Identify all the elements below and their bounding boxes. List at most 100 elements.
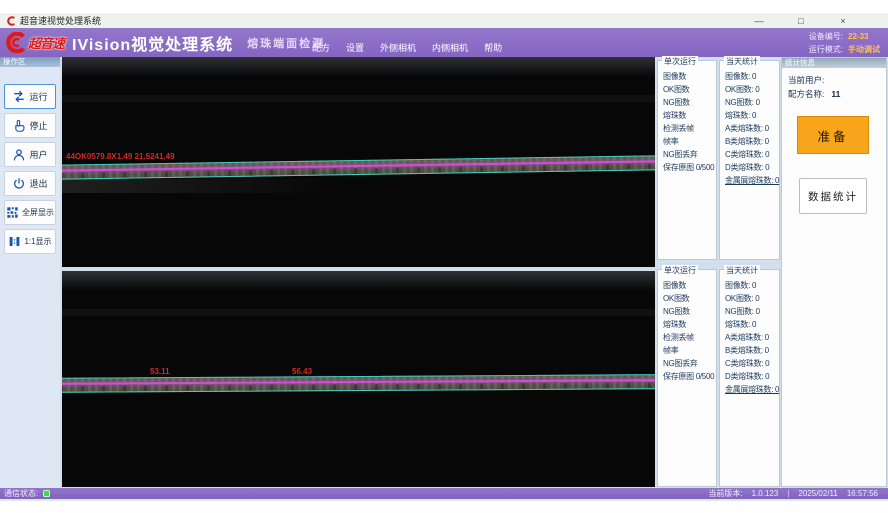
power-icon [12,177,26,191]
run-mode-label: 运行模式: [793,43,843,56]
stats-row: 图像数: 0 [725,279,779,292]
page-title: IVision视觉处理系统 [72,31,233,55]
stats-row: 图像数: 0 [725,70,779,83]
single-run-panel-top: 单次运行 图像数OK图数NG图数熔珠数检测丢帧帧率NG图丢弃保存原图 0/500 [657,60,717,260]
hand-stop-icon [12,119,26,133]
menu-item[interactable]: 设置 [346,41,364,54]
panel-title: 当天统计 [724,56,760,67]
window-title: 超音速视觉处理系统 [20,14,101,27]
stats-row: NG图丢弃 [663,357,716,370]
one-to-one-button[interactable]: 1:1显示 [4,229,56,254]
panel-title: 当天统计 [724,265,760,276]
menu-item[interactable]: 内侧相机 [432,41,468,54]
outer-camera-view: 44OK0579.8X1.49 21.5241.49 [62,57,655,267]
stats-row: 图像数 [663,70,716,83]
stats-row: C类熔珠数: 0 [725,357,779,370]
stats-row: NG图数: 0 [725,305,779,318]
stop-button[interactable]: 停止 [4,113,56,138]
stats-row: D类熔珠数: 0 [725,370,779,383]
app-icon [6,16,16,26]
stats-row: 金属屑熔珠数: 0 [725,383,779,396]
stats-row: OK图数: 0 [725,292,779,305]
fullscreen-button[interactable]: 全屏显示 [4,200,56,225]
brand-swirl-icon [5,32,26,53]
recipe-name-label: 配方名称: [788,87,824,101]
camera-streak [62,95,655,102]
stats-row: A类熔珠数: 0 [725,122,779,135]
data-statistics-button[interactable]: 数据统计 [799,178,867,214]
stats-row: 熔珠数: 0 [725,318,779,331]
operation-sidebar: 操作区 运行 停止 用户 [0,57,60,488]
stats-row: 检测丢帧 [663,331,716,344]
stats-row: 熔珠数 [663,109,716,122]
main-menu: 配方 设置 外侧相机 内侧相机 帮助 [312,41,502,54]
statistics-info-panel: 统计信息 当前用户: 配方名称: 11 准备 数据统计 [781,57,887,487]
stats-row: 保存原图 0/500 [663,161,716,174]
stats-row: NG图数 [663,96,716,109]
device-number-value: 22-33 [848,30,868,43]
info-panel-title: 统计信息 [782,58,886,68]
status-date: 2025/02/11 [798,489,837,498]
inner-camera-view: 53.11 56.43 [62,271,655,487]
stats-row: D类熔珠数: 0 [725,161,779,174]
maximize-button[interactable]: □ [780,16,822,26]
camera-glow [62,271,655,291]
daily-stats-panel-bottom: 当天统计 图像数: 0OK图数: 0NG图数: 0熔珠数: 0A类熔珠数: 0B… [719,269,780,487]
stats-row: C类熔珠数: 0 [725,148,779,161]
panel-title: 单次运行 [662,265,698,276]
seam-laser-line [62,379,655,385]
stats-row: 保存原图 0/500 [663,370,716,383]
measurement-annotation: 56.43 [292,367,312,376]
camera-glow [62,57,655,77]
stats-row: OK图数: 0 [725,83,779,96]
prepare-button[interactable]: 准备 [797,116,869,154]
app-window: 超音速视觉处理系统 — □ × 超音速 IVision视觉处理系统 熔珠端面检测… [0,0,888,522]
version-value: 1.0.123 [752,489,779,498]
current-user-label: 当前用户: [788,73,824,87]
seam-band [62,374,655,393]
menu-item[interactable]: 配方 [312,41,330,54]
app-header: 超音速 IVision视觉处理系统 熔珠端面检测 配方设置外侧相机内侧相机帮助 … [0,28,888,57]
stats-row: 帧率 [663,344,716,357]
comm-status-label: 通信状态: [4,488,38,499]
comm-status-indicator [43,490,50,497]
stats-row: 金属屑熔珠数: 0 [725,174,779,187]
menu-item[interactable]: 帮助 [484,41,502,54]
menu-item[interactable]: 外侧相机 [380,41,416,54]
stats-row: NG图丢弃 [663,148,716,161]
stats-row: 检测丢帧 [663,122,716,135]
single-run-panel-bottom: 单次运行 图像数OK图数NG图数熔珠数检测丢帧帧率NG图丢弃保存原图 0/500 [657,269,717,487]
user-icon [12,148,26,162]
run-button[interactable]: 运行 [4,84,56,109]
recipe-name-value: 11 [831,87,840,101]
stats-row: 图像数 [663,279,716,292]
brand-name: 超音速 [28,33,64,52]
camera-streak [62,309,655,316]
brand-logo: 超音速 [5,32,64,53]
close-button[interactable]: × [822,16,864,26]
one-to-one-icon [8,235,21,248]
stats-row: B类熔珠数: 0 [725,344,779,357]
weld-seam-detection [62,374,655,393]
window-titlebar: 超音速视觉处理系统 — □ × [0,13,888,28]
status-time: 16:57:56 [847,489,878,498]
version-label: 当前版本: [708,488,742,499]
stats-row: B类熔珠数: 0 [725,135,779,148]
sync-arrows-icon [12,90,26,103]
measurement-annotation: 44OK0579.8X1.49 21.5241.49 [66,152,175,161]
stats-row: NG图数: 0 [725,96,779,109]
seam-reflection [62,179,342,193]
device-number-label: 设备编号: [793,30,843,43]
exit-button[interactable]: 退出 [4,171,56,196]
user-button[interactable]: 用户 [4,142,56,167]
daily-stats-panel-top: 当天统计 图像数: 0OK图数: 0NG图数: 0熔珠数: 0A类熔珠数: 0B… [719,60,780,260]
fullscreen-grid-icon [6,206,19,219]
stats-row: NG图数 [663,305,716,318]
stats-row: OK图数 [663,83,716,96]
status-bar: 通信状态: 当前版本: 1.0.123 | 2025/02/11 16:57:5… [0,488,888,501]
minimize-button[interactable]: — [738,16,780,26]
measurement-annotation: 53.11 [150,367,170,376]
device-info: 设备编号: 22-33 运行模式: 手动调试 [793,30,880,56]
seam-laser-line [62,160,655,171]
panel-title: 单次运行 [662,56,698,67]
